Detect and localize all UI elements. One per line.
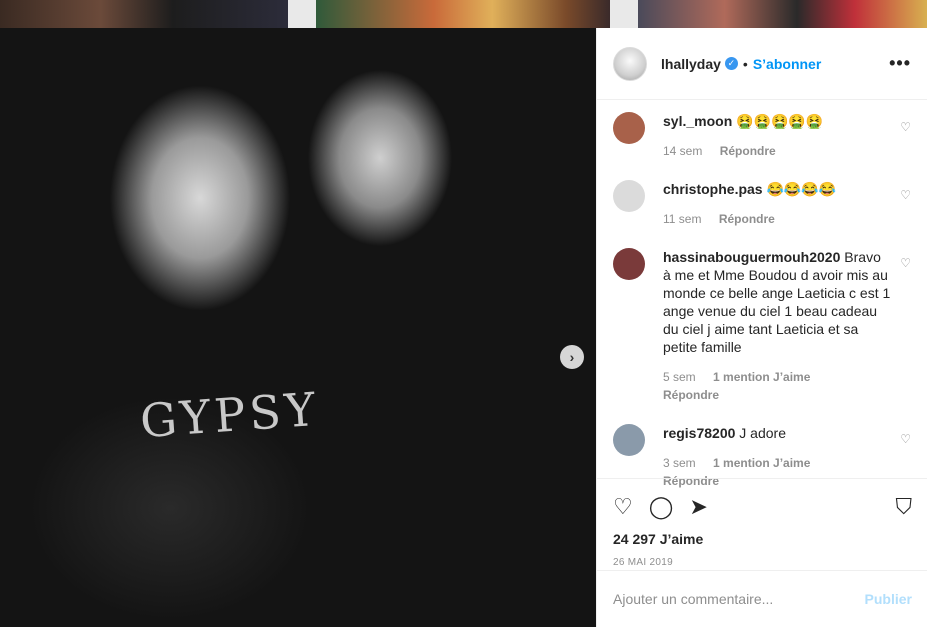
- bookmark-icon[interactable]: ⛉: [895, 494, 912, 520]
- comments-list[interactable]: syl._moon 🤮🤮🤮🤮🤮 14 sem Répondre ♡ christ…: [597, 100, 927, 488]
- heart-icon[interactable]: ♡: [900, 120, 911, 134]
- comment-item: christophe.pas 😂😂😂😂 11 sem Répondre ♡: [613, 168, 911, 228]
- related-post-thumbnail[interactable]: [316, 0, 610, 28]
- reply-button[interactable]: Répondre: [663, 388, 719, 402]
- related-post-thumbnail[interactable]: [0, 0, 288, 28]
- reply-button[interactable]: Répondre: [719, 212, 775, 226]
- post-sidebar: lhallyday ✓ • S’abonner ••• syl._moon 🤮🤮…: [596, 28, 927, 627]
- commenter-username[interactable]: syl._moon: [663, 113, 732, 129]
- likes-count[interactable]: 24 297 J’aime: [597, 531, 927, 547]
- commenter-username[interactable]: regis78200: [663, 425, 735, 441]
- related-post-thumbnail[interactable]: [638, 0, 927, 28]
- comment-likes[interactable]: 1 mention J’aime: [713, 456, 810, 470]
- comment-text: J adore: [739, 425, 786, 441]
- add-comment-bar: Ajouter un commentaire... Publier: [597, 570, 927, 626]
- comment-item: hassinabouguermouh2020 Bravo à me et Mme…: [613, 236, 911, 404]
- comment-time[interactable]: 11 sem: [663, 212, 701, 226]
- shirt-print-text: GYPSY: [138, 381, 321, 449]
- comment-item: syl._moon 🤮🤮🤮🤮🤮 14 sem Répondre ♡: [613, 100, 911, 160]
- divider: [288, 0, 316, 28]
- commenter-avatar[interactable]: [613, 424, 645, 456]
- post-actions: ♡ ◯ ➤ ⛉ 24 297 J’aime 26 MAI 2019 Ajoute…: [597, 478, 927, 626]
- separator-dot: •: [742, 55, 748, 72]
- next-image-button[interactable]: ›: [560, 345, 584, 369]
- comment-text: 😂😂😂😂: [766, 181, 837, 197]
- commenter-avatar[interactable]: [613, 248, 645, 280]
- more-options-icon[interactable]: •••: [889, 53, 911, 74]
- comment-time[interactable]: 3 sem: [663, 456, 696, 470]
- comment-icon[interactable]: ◯: [649, 494, 674, 520]
- related-posts-strip: [0, 0, 927, 28]
- follow-button[interactable]: S’abonner: [753, 56, 821, 72]
- divider: [610, 0, 638, 28]
- heart-icon[interactable]: ♡: [900, 432, 911, 446]
- share-icon[interactable]: ➤: [689, 494, 707, 520]
- post-date[interactable]: 26 MAI 2019: [597, 557, 927, 568]
- commenter-username[interactable]: christophe.pas: [663, 181, 763, 197]
- author-username[interactable]: lhallyday: [661, 56, 721, 72]
- author-avatar[interactable]: [613, 46, 647, 81]
- commenter-avatar[interactable]: [613, 112, 645, 144]
- heart-icon[interactable]: ♡: [900, 188, 911, 202]
- comment-time[interactable]: 14 sem: [663, 144, 702, 158]
- comment-text: 🤮🤮🤮🤮🤮: [736, 113, 824, 129]
- verified-badge-icon: ✓: [724, 57, 738, 70]
- comment-time[interactable]: 5 sem: [663, 370, 696, 384]
- heart-icon[interactable]: ♡: [900, 256, 911, 270]
- commenter-username[interactable]: hassinabouguermouh2020: [663, 249, 840, 265]
- reply-button[interactable]: Répondre: [720, 144, 776, 158]
- chevron-right-icon: ›: [569, 349, 575, 365]
- post-photo[interactable]: GYPSY ›: [0, 28, 596, 627]
- commenter-avatar[interactable]: [613, 180, 645, 212]
- comment-likes[interactable]: 1 mention J’aime: [713, 370, 810, 384]
- post-header: lhallyday ✓ • S’abonner •••: [597, 28, 927, 100]
- like-icon[interactable]: ♡: [613, 494, 633, 520]
- comment-input[interactable]: Ajouter un commentaire...: [613, 591, 773, 607]
- publish-button[interactable]: Publier: [865, 591, 912, 607]
